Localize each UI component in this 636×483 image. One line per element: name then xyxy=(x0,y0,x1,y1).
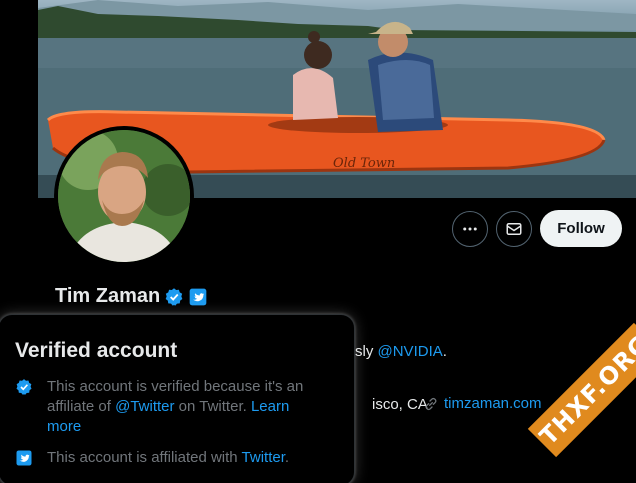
row2-end: . xyxy=(284,449,290,466)
mail-icon xyxy=(506,223,522,235)
popover-row-verified: This account is verified because it's an… xyxy=(15,377,315,437)
bio-text: sly @NVIDIA. xyxy=(355,343,447,360)
popover-row-affiliated-text: This account is affiliated with Twitter. xyxy=(47,448,289,468)
profile-name-row: Tim Zaman xyxy=(55,285,208,308)
twitter-handle-link[interactable]: @Twitter xyxy=(115,398,174,415)
row2-text: This account is affiliated with xyxy=(47,449,242,466)
profile-location: isco, CA xyxy=(372,396,428,413)
popover-row-affiliated: This account is affiliated with Twitter. xyxy=(15,448,315,468)
profile-website[interactable]: timzaman.com xyxy=(423,395,542,412)
twitter-affiliate-icon[interactable] xyxy=(188,287,208,307)
profile-name: Tim Zaman xyxy=(55,285,161,307)
follow-button[interactable]: Follow xyxy=(540,210,622,247)
avatar[interactable] xyxy=(54,126,194,266)
popover-row-verified-text: This account is verified because it's an… xyxy=(47,377,315,437)
row1-text-b: on Twitter. xyxy=(174,398,251,415)
verified-account-popover: Verified account This account is verifie… xyxy=(0,314,355,483)
website-link[interactable]: timzaman.com xyxy=(444,395,542,412)
message-button[interactable] xyxy=(496,211,532,247)
more-icon xyxy=(463,227,477,231)
twitter-link[interactable]: Twitter xyxy=(242,449,285,466)
bio-link-nvidia[interactable]: @NVIDIA xyxy=(378,343,443,360)
kayak-text: Old Town xyxy=(333,156,395,171)
verified-badge-icon[interactable] xyxy=(164,287,184,307)
bio-end: . xyxy=(442,343,447,360)
verified-badge-icon xyxy=(16,379,32,395)
avatar-photo xyxy=(58,130,190,262)
watermark: THXF.ORG xyxy=(527,322,636,458)
popover-title: Verified account xyxy=(15,339,178,362)
link-icon xyxy=(425,397,437,410)
twitter-affiliate-icon xyxy=(16,450,32,466)
bio-fragment: sly xyxy=(355,343,378,360)
more-button[interactable] xyxy=(452,211,488,247)
